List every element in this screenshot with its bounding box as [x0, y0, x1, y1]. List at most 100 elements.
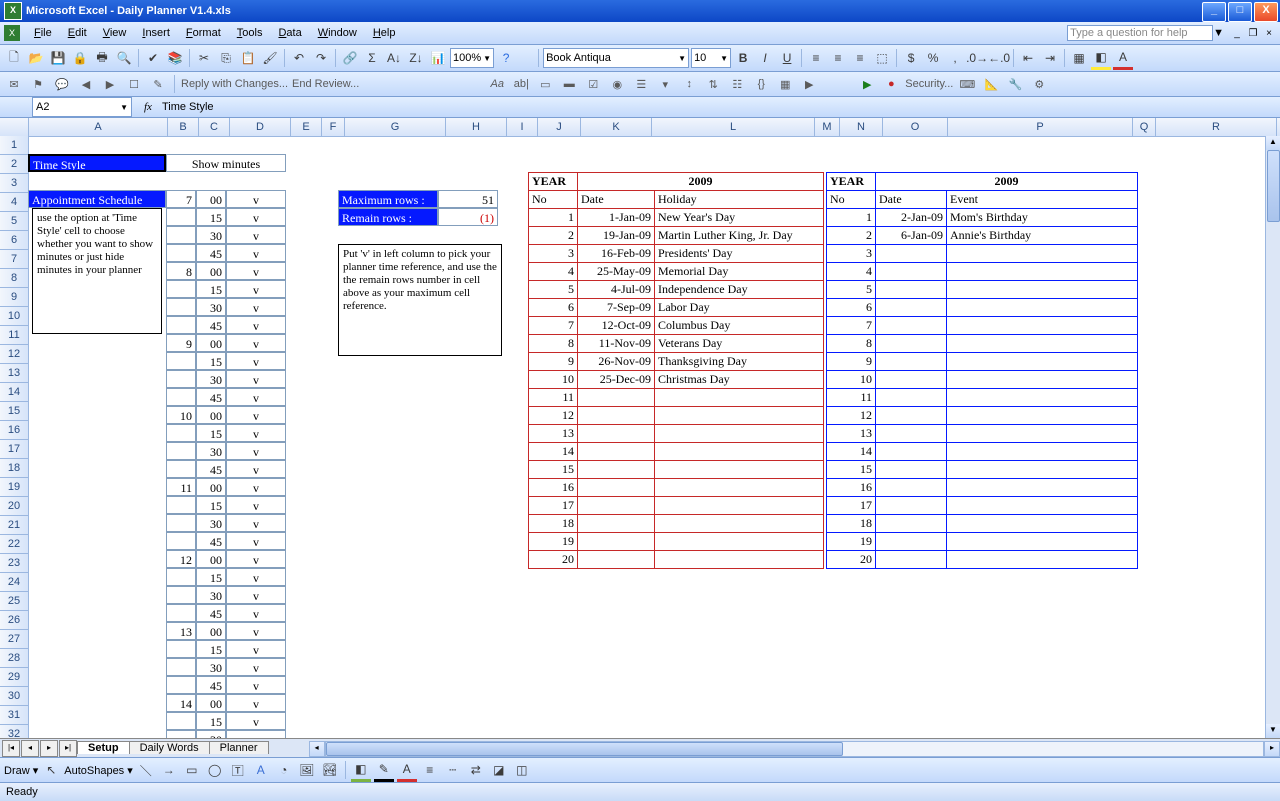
option-icon[interactable]: ◉ — [607, 75, 627, 93]
sched-min[interactable]: 30 — [196, 658, 226, 676]
col-header-N[interactable]: N — [840, 118, 883, 136]
dash-icon[interactable]: ┄ — [443, 760, 463, 780]
menu-view[interactable]: View — [95, 25, 135, 41]
row-header-6[interactable]: 6 — [0, 231, 28, 250]
clipart-icon[interactable]: 🖼 — [297, 760, 317, 780]
row-header-23[interactable]: 23 — [0, 554, 28, 573]
sched-hour[interactable] — [166, 586, 196, 604]
sched-min[interactable]: 15 — [196, 568, 226, 586]
row-header-2[interactable]: 2 — [0, 155, 28, 174]
bold-icon[interactable]: B — [733, 48, 753, 68]
name-box[interactable]: A2▼ — [32, 97, 132, 117]
copy-icon[interactable]: ⎘ — [216, 48, 236, 68]
row-header-15[interactable]: 15 — [0, 402, 28, 421]
sched-hour[interactable] — [166, 280, 196, 298]
oval-icon[interactable]: ◯ — [205, 760, 225, 780]
sched-min[interactable]: 30 — [196, 514, 226, 532]
groupbox-icon[interactable]: ▭ — [535, 75, 555, 93]
sched-min[interactable]: 45 — [196, 532, 226, 550]
fontsize-combo[interactable]: 10▼ — [691, 48, 731, 68]
col-header-F[interactable]: F — [322, 118, 345, 136]
sheet-tab-setup[interactable]: Setup — [77, 741, 130, 754]
save-icon[interactable]: 💾 — [48, 48, 68, 68]
sched-mark[interactable]: v — [226, 388, 286, 406]
sched-mark[interactable]: v — [226, 352, 286, 370]
row-header-26[interactable]: 26 — [0, 611, 28, 630]
col-header-M[interactable]: M — [815, 118, 840, 136]
appointment-header[interactable]: Appointment Schedule — [28, 190, 166, 208]
sched-mark[interactable]: v — [226, 316, 286, 334]
row-header-30[interactable]: 30 — [0, 687, 28, 706]
sched-hour[interactable] — [166, 244, 196, 262]
sched-min[interactable]: 30 — [196, 226, 226, 244]
doc-icon[interactable]: X — [4, 25, 20, 41]
3d-icon[interactable]: ◫ — [512, 760, 532, 780]
next-comment-icon[interactable]: ▶ — [100, 75, 120, 93]
sched-mark[interactable]: v — [226, 370, 286, 388]
row-header-14[interactable]: 14 — [0, 383, 28, 402]
sched-min[interactable]: 30 — [196, 370, 226, 388]
sort-desc-icon[interactable]: Z↓ — [406, 48, 426, 68]
sched-hour[interactable]: 11 — [166, 478, 196, 496]
open-icon[interactable]: 📂 — [26, 48, 46, 68]
col-header-B[interactable]: B — [168, 118, 199, 136]
form-grid-icon[interactable]: ▦ — [775, 75, 795, 93]
menu-tools[interactable]: Tools — [229, 25, 271, 41]
horizontal-scrollbar[interactable] — [325, 741, 1264, 757]
sched-mark[interactable]: v — [226, 712, 286, 730]
sched-mark[interactable]: v — [226, 658, 286, 676]
cut-icon[interactable]: ✂ — [194, 48, 214, 68]
sched-hour[interactable] — [166, 658, 196, 676]
row-header-21[interactable]: 21 — [0, 516, 28, 535]
diagram-icon[interactable]: ◔ — [274, 760, 294, 780]
sched-hour[interactable] — [166, 388, 196, 406]
spell-icon[interactable]: ✔ — [143, 48, 163, 68]
borders-icon[interactable]: ▦ — [1069, 48, 1089, 68]
sched-min[interactable]: 15 — [196, 496, 226, 514]
row-header-4[interactable]: 4 — [0, 193, 28, 212]
sched-mark[interactable]: v — [226, 586, 286, 604]
sched-hour[interactable] — [166, 514, 196, 532]
select-all-corner[interactable] — [0, 118, 29, 136]
menu-file[interactable]: File — [26, 25, 60, 41]
row-header-20[interactable]: 20 — [0, 497, 28, 516]
row-header-29[interactable]: 29 — [0, 668, 28, 687]
mail-icon[interactable]: ✉ — [4, 75, 24, 93]
combobox-icon[interactable]: ▾ — [655, 75, 675, 93]
sched-mark[interactable]: v — [226, 694, 286, 712]
sched-hour[interactable] — [166, 604, 196, 622]
tab-last-button[interactable]: ▸| — [59, 740, 77, 757]
dec-indent-icon[interactable]: ⇤ — [1018, 48, 1038, 68]
col-header-D[interactable]: D — [230, 118, 291, 136]
menu-insert[interactable]: Insert — [134, 25, 178, 41]
formula-input[interactable]: Time Style — [158, 101, 1280, 113]
row-header-10[interactable]: 10 — [0, 307, 28, 326]
row-header-18[interactable]: 18 — [0, 459, 28, 478]
line-weight-icon[interactable]: ≡ — [420, 760, 440, 780]
font-combo[interactable]: Book Antiqua▼ — [543, 48, 689, 68]
col-header-A[interactable]: A — [29, 118, 168, 136]
sched-mark[interactable]: v — [226, 514, 286, 532]
new-icon[interactable]: 🗋 — [4, 48, 24, 68]
autoshapes-menu[interactable]: AutoShapes ▾ — [64, 764, 133, 777]
minimize-button[interactable]: _ — [1202, 2, 1226, 22]
sched-mark[interactable]: v — [226, 604, 286, 622]
percent-icon[interactable]: % — [923, 48, 943, 68]
row-header-32[interactable]: 32 — [0, 725, 28, 738]
sched-hour[interactable] — [166, 496, 196, 514]
col-header-R[interactable]: R — [1156, 118, 1277, 136]
align-left-icon[interactable]: ≡ — [806, 48, 826, 68]
row-header-8[interactable]: 8 — [0, 269, 28, 288]
sched-mark[interactable]: v — [226, 298, 286, 316]
rect-icon[interactable]: ▭ — [182, 760, 202, 780]
research-icon[interactable]: 📚 — [165, 48, 185, 68]
row-header-19[interactable]: 19 — [0, 478, 28, 497]
sched-mark[interactable]: v — [226, 730, 286, 738]
font-color-draw-icon[interactable]: A — [397, 759, 417, 782]
arrow-style-icon[interactable]: ⇄ — [466, 760, 486, 780]
sched-min[interactable]: 00 — [196, 622, 226, 640]
comma-icon[interactable]: , — [945, 48, 965, 68]
redo-icon[interactable]: ↷ — [311, 48, 331, 68]
worksheet-grid[interactable]: ABCDEFGHIJKLMNOPQR 123456789101112131415… — [0, 118, 1280, 738]
sched-hour[interactable] — [166, 424, 196, 442]
